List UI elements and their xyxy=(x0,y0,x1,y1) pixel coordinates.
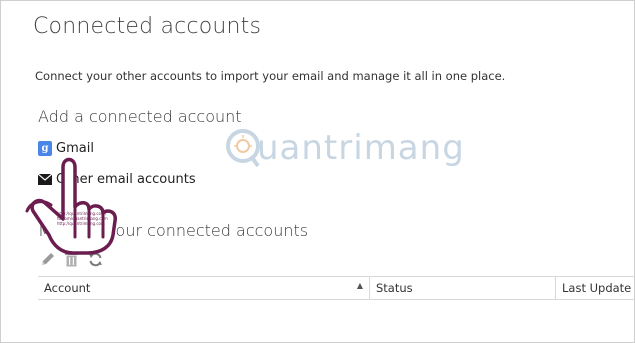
pointing-hand-icon: http://quantrimang.com/ fb.com/quantrima… xyxy=(23,151,123,260)
sort-ascending-icon: ▲ xyxy=(356,281,363,290)
connected-accounts-panel: Connected accounts Connect your other ac… xyxy=(0,0,635,343)
add-other-email-link[interactable]: Other email accounts xyxy=(37,172,196,187)
refresh-icon[interactable] xyxy=(87,251,103,267)
google-g-icon: g xyxy=(38,141,52,156)
accounts-table-header: Account ▲ Status Last Update xyxy=(38,276,634,300)
column-header-account[interactable]: Account ▲ xyxy=(38,277,370,299)
page-title: Connected accounts xyxy=(33,14,262,39)
watermark-text: uantrimang xyxy=(257,128,465,168)
accounts-toolbar xyxy=(39,251,103,267)
add-account-heading: Add a connected account xyxy=(38,107,242,126)
svg-text:http://quantrimang.com/: http://quantrimang.com/ xyxy=(57,211,107,216)
column-account-label: Account xyxy=(44,281,91,295)
column-status-label: Status xyxy=(376,281,413,295)
column-header-last-update[interactable]: Last Update xyxy=(556,277,634,299)
manage-accounts-heading: Manage your connected accounts xyxy=(38,221,309,240)
add-gmail-link[interactable]: g Gmail xyxy=(38,141,94,156)
other-email-label: Other email accounts xyxy=(56,172,196,187)
envelope-icon xyxy=(37,173,53,185)
column-header-status[interactable]: Status xyxy=(370,277,556,299)
watermark: uantrimang xyxy=(223,126,465,170)
watermark-q-logo-icon xyxy=(226,129,260,168)
pencil-icon[interactable] xyxy=(39,251,55,267)
trash-icon[interactable] xyxy=(63,251,79,267)
column-last-update-label: Last Update xyxy=(562,281,632,295)
gmail-label: Gmail xyxy=(56,141,94,156)
page-description: Connect your other accounts to import yo… xyxy=(35,69,506,83)
